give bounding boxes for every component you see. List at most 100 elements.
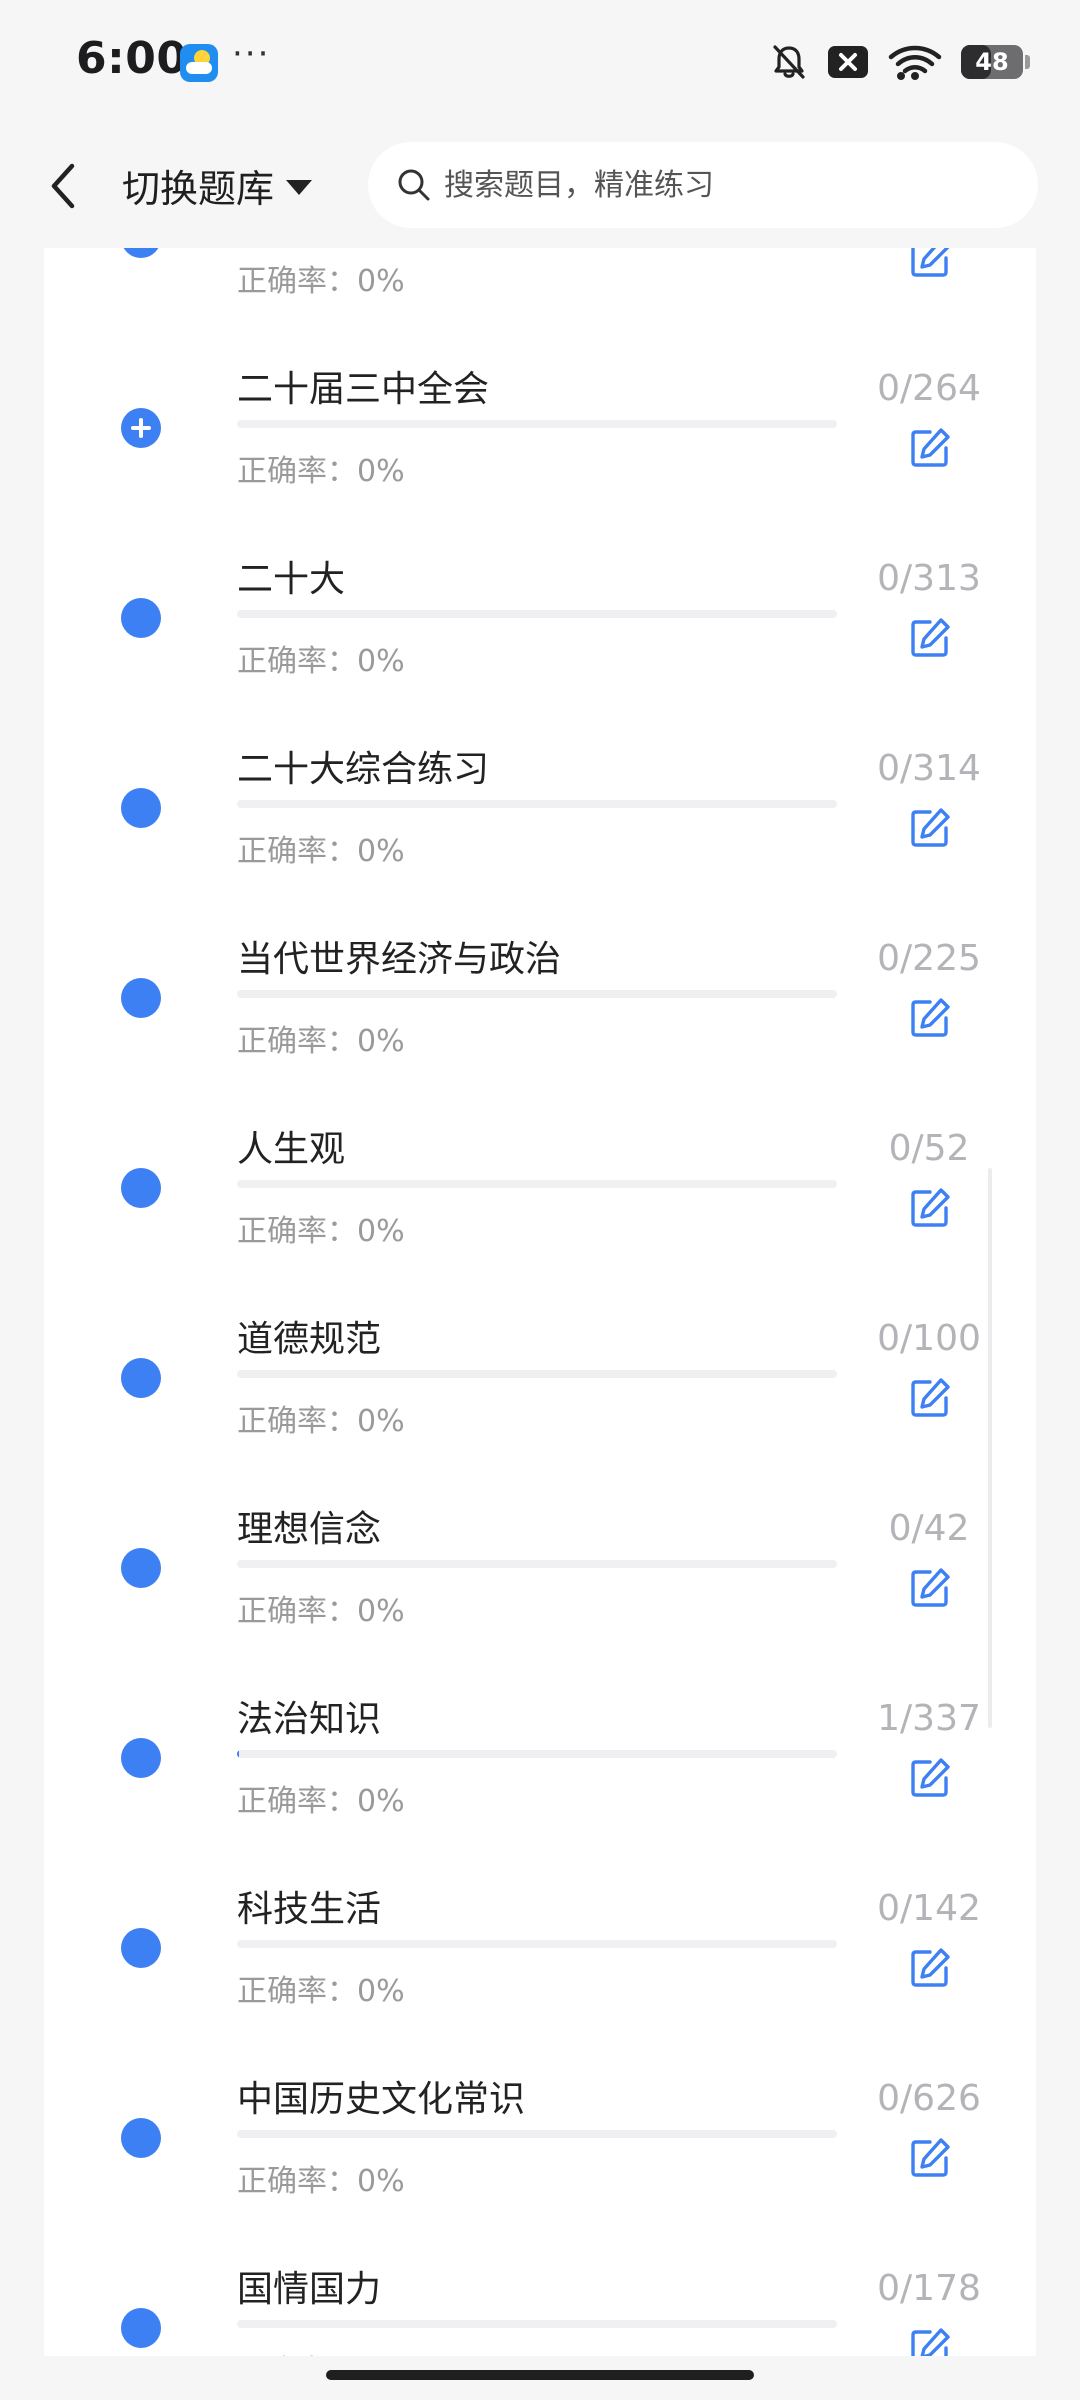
accuracy-text: 正确率：0% — [237, 2346, 405, 2356]
accuracy-text: 正确率：0% — [237, 834, 405, 869]
progress-count: 0/178 — [877, 2268, 981, 2309]
edit-icon[interactable] — [908, 996, 952, 1040]
accuracy-text: 正确率：0% — [237, 1404, 405, 1439]
battery-indicator: 48 — [961, 45, 1023, 79]
edit-icon[interactable] — [908, 426, 952, 470]
question-bank-item[interactable]: 科技生活正确率：0% 0/142 — [44, 1824, 1036, 2014]
edit-icon[interactable] — [908, 1946, 952, 1990]
switch-question-bank-label: 切换题库 — [122, 167, 275, 211]
progress-bar — [237, 1180, 837, 1188]
expand-plus-icon[interactable] — [121, 408, 161, 448]
item-title: 法治知识 — [237, 1699, 382, 1740]
accuracy-text: 正确率：0% — [237, 1594, 405, 1629]
item-title: 中国历史文化常识 — [237, 2079, 526, 2120]
question-bank-item[interactable]: 正确率：0% — [44, 248, 1036, 304]
search-input[interactable] — [442, 166, 1006, 204]
bullet-dot-icon — [121, 978, 161, 1018]
progress-count: 0/142 — [877, 1888, 981, 1929]
question-bank-item[interactable]: 道德规范 正确率：0% 0/100 — [44, 1254, 1036, 1444]
item-title: 二十大 — [237, 559, 346, 600]
bullet-dot-icon — [121, 1928, 161, 1968]
question-bank-item[interactable]: 国情国力正确率：0% 0/178 — [44, 2204, 1036, 2356]
progress-count: 0/225 — [877, 938, 981, 979]
bullet-dot-icon — [121, 788, 161, 828]
edit-icon[interactable] — [908, 2136, 952, 2180]
edit-icon[interactable] — [908, 248, 952, 280]
item-title: 当代世界经济与政治 — [237, 939, 562, 980]
progress-bar — [237, 1560, 837, 1568]
progress-bar — [237, 420, 837, 428]
item-title: 道德规范 — [237, 1319, 382, 1360]
switch-question-bank-button[interactable]: 切换题库 — [122, 158, 313, 213]
edit-icon[interactable] — [908, 1756, 952, 1800]
question-bank-item[interactable]: 二十大综合练习正确率：0% 0/314 — [44, 684, 1036, 874]
bullet-dot-icon — [121, 2118, 161, 2158]
battery-tip — [1025, 55, 1030, 69]
item-title: 科技生活 — [237, 1889, 382, 1930]
status-time: 6:00 — [76, 33, 188, 84]
question-bank-item[interactable]: 二十大 正确率：0% 0/313 — [44, 494, 1036, 684]
bullet-dot-icon — [121, 2308, 161, 2348]
accuracy-text: 正确率：0% — [237, 1214, 405, 1249]
progress-bar — [237, 1370, 837, 1378]
item-title: 人生观 — [237, 1129, 346, 1170]
question-bank-list: 正确率：0% 二十届三中全会 正确率：0% 0/264 二十大 正确率：0% 0/313 二十… — [44, 248, 1036, 2356]
progress-bar — [237, 990, 837, 998]
wifi-icon — [888, 45, 942, 80]
screen: 6:00 ··· 48 切换题库 搜索题目，精准练习 正确率：0% 二十届三中全… — [0, 0, 1080, 2400]
progress-count: 0/314 — [877, 748, 981, 789]
status-bar: 6:00 ··· 48 — [0, 0, 1080, 120]
more-notifications-icon: ··· — [232, 34, 271, 74]
search-icon — [398, 169, 430, 201]
item-title: 二十大综合练习 — [237, 749, 490, 790]
bullet-dot-icon — [121, 1548, 161, 1588]
battery-level: 48 — [975, 48, 1009, 76]
progress-count: 0/264 — [877, 368, 981, 409]
back-button[interactable] — [40, 158, 88, 214]
progress-bar — [237, 2320, 837, 2328]
progress-bar-fill — [237, 1750, 239, 1758]
question-bank-item[interactable]: 法治知识 正确率：0% 1/337 — [44, 1634, 1036, 1824]
edit-icon[interactable] — [908, 806, 952, 850]
accuracy-text: 正确率：0% — [237, 1974, 405, 2009]
scrollbar[interactable] — [988, 1168, 992, 1728]
accuracy-text: 正确率：0% — [237, 1784, 405, 1819]
edit-icon[interactable] — [908, 1186, 952, 1230]
edit-icon[interactable] — [908, 616, 952, 660]
bullet-dot-icon — [121, 1358, 161, 1398]
home-indicator[interactable] — [326, 2370, 754, 2380]
progress-count: 0/626 — [877, 2078, 981, 2119]
bullet-dot-icon — [121, 1738, 161, 1778]
edit-icon[interactable] — [908, 1566, 952, 1610]
question-bank-item[interactable]: 理想信念 正确率：0% 0/42 — [44, 1444, 1036, 1634]
weather-icon — [180, 44, 218, 82]
accuracy-text: 正确率：0% — [237, 2164, 405, 2199]
bullet-dot-icon — [121, 598, 161, 638]
item-title: 理想信念 — [237, 1509, 382, 1550]
question-bank-item[interactable]: 中国历史文化常识正确率：0% 0/626 — [44, 2014, 1036, 2204]
header: 切换题库 — [0, 120, 1080, 248]
no-sim-icon — [828, 46, 868, 78]
edit-icon[interactable] — [908, 1376, 952, 1420]
question-bank-item[interactable]: 二十届三中全会 正确率：0% 0/264 — [44, 304, 1036, 494]
search-bar[interactable] — [368, 142, 1038, 228]
question-bank-item[interactable]: 人生观正确率：0% 0/52 — [44, 1064, 1036, 1254]
progress-bar — [237, 1940, 837, 1948]
bullet-dot-icon — [121, 248, 161, 258]
caret-down-icon — [286, 180, 313, 195]
bullet-dot-icon — [121, 1168, 161, 1208]
progress-count: 0/52 — [888, 1128, 970, 1169]
progress-bar — [237, 610, 837, 618]
progress-bar — [237, 800, 837, 808]
question-bank-item[interactable]: 当代世界经济与政治正确率：0% 0/225 — [44, 874, 1036, 1064]
mute-bell-icon — [773, 45, 805, 79]
accuracy-text: 正确率：0% — [237, 1024, 405, 1059]
progress-bar — [237, 1750, 837, 1758]
item-title: 二十届三中全会 — [237, 369, 490, 410]
accuracy-text: 正确率：0% — [237, 264, 405, 299]
progress-count: 0/313 — [877, 558, 981, 599]
question-bank-list-card: 正确率：0% 二十届三中全会 正确率：0% 0/264 二十大 正确率：0% 0/313 二十… — [44, 248, 1036, 2356]
status-icons: 48 — [769, 42, 1030, 82]
edit-icon[interactable] — [908, 2326, 952, 2356]
item-title: 国情国力 — [237, 2269, 382, 2310]
